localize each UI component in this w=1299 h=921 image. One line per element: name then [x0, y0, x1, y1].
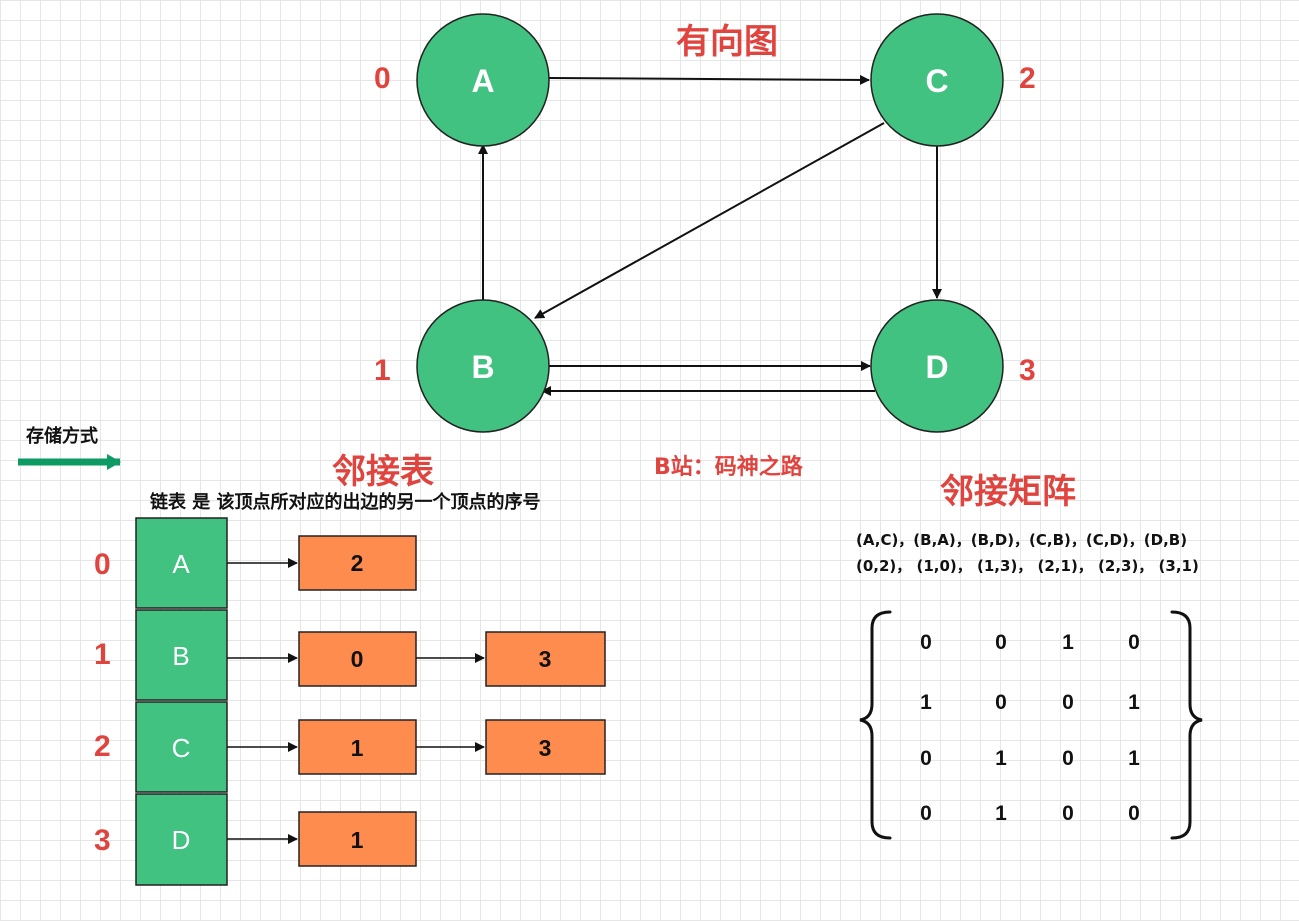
list-index-1: 1	[94, 638, 111, 671]
node-index-c: 2	[1019, 62, 1036, 95]
matrix-cell: 0	[1062, 691, 1074, 714]
node-label-c: C	[925, 63, 948, 99]
vertex-label-b: B	[172, 641, 189, 671]
link-value: 3	[539, 735, 552, 761]
adjacency-list-vertices: A B C D	[135, 517, 228, 886]
link-value: 3	[539, 646, 552, 672]
matrix-cell: 0	[920, 747, 932, 770]
link-value: 2	[351, 550, 364, 576]
graph-node-a: A	[416, 13, 550, 147]
node-label-b: B	[471, 349, 494, 385]
graph-title: 有向图	[676, 22, 778, 62]
index-pairs: (0,2)， (1,0)， (1,3)， (2,1)， (2,3)， (3,1)	[856, 557, 1199, 575]
graph-edges	[478, 74, 942, 396]
adjacency-matrix-title: 邻接矩阵	[940, 472, 1076, 512]
matrix-cell: 1	[1062, 631, 1074, 654]
link-value: 1	[351, 735, 364, 761]
matrix-cell: 1	[995, 747, 1007, 770]
edge-a-c	[548, 74, 870, 85]
node-index-a: 0	[374, 62, 391, 95]
link-value: 0	[351, 646, 364, 672]
matrix-cell: 0	[920, 631, 932, 654]
list-index-0: 0	[94, 548, 111, 581]
graph-node-b: B	[416, 299, 550, 433]
node-index-b: 1	[374, 354, 391, 387]
matrix-cell: 1	[1128, 747, 1140, 770]
edge-c-b	[534, 122, 885, 319]
watermark-text: B站：码神之路	[654, 455, 803, 480]
vertex-label-c: C	[172, 733, 191, 763]
link-value: 1	[351, 827, 364, 853]
list-index-2: 2	[94, 730, 111, 763]
graph-node-d: D	[870, 299, 1004, 433]
storage-label: 存储方式	[26, 426, 98, 447]
matrix-cell: 1	[920, 691, 932, 714]
matrix-cell: 0	[1062, 802, 1074, 825]
matrix-cell: 1	[1128, 691, 1140, 714]
matrix-cell: 0	[995, 691, 1007, 714]
matrix-left-brace	[859, 610, 892, 840]
matrix-cell: 1	[995, 802, 1007, 825]
vertex-label-a: A	[172, 549, 190, 579]
list-index-3: 3	[94, 824, 111, 857]
edge-pairs: (A,C)，(B,A)，(B,D)，(C,B)，(C,D)，(D,B)	[856, 531, 1188, 549]
matrix-right-brace	[1170, 610, 1203, 840]
node-index-d: 3	[1019, 354, 1036, 387]
matrix-cell: 0	[1128, 802, 1140, 825]
node-label-a: A	[471, 63, 494, 99]
matrix-cell: 0	[920, 802, 932, 825]
graph-node-c: C	[870, 13, 1004, 147]
matrix-cell: 0	[1062, 747, 1074, 770]
node-label-d: D	[925, 349, 948, 385]
matrix-cell: 0	[995, 631, 1007, 654]
adjacency-list-description: 链表 是 该顶点所对应的出边的另一个顶点的序号	[150, 492, 541, 513]
adjacency-list-links: 2 0 3 1 3 1	[227, 535, 606, 867]
vertex-label-d: D	[172, 825, 191, 855]
diagram-canvas: A C B D A B C D 2 0 3 1 3 1	[18, 13, 1203, 886]
adjacency-list-title: 邻接表	[332, 452, 434, 492]
matrix-cell: 0	[1128, 631, 1140, 654]
